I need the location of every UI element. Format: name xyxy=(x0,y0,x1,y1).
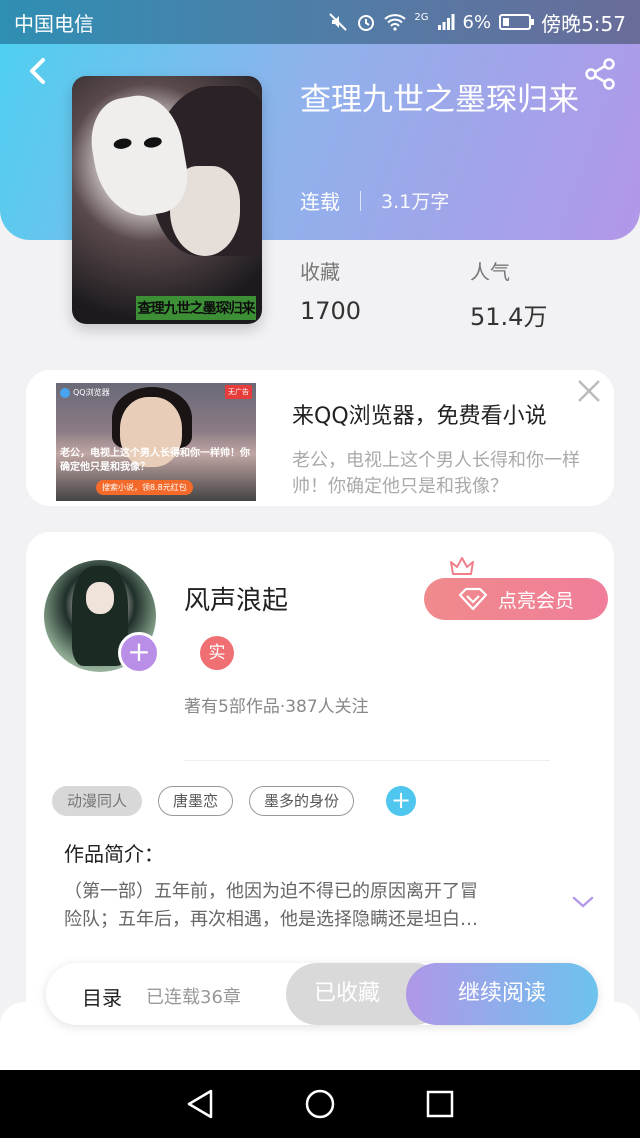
ad-image-caption: 老公，电视上这个男人长得和你一样帅！你确定他只是和我像？ xyxy=(60,448,250,473)
browser-logo-icon xyxy=(60,387,70,398)
popularity-label: 人气 xyxy=(470,260,510,284)
book-cover[interactable]: 查理九世之墨琛归来 xyxy=(72,76,262,324)
mute-icon xyxy=(329,13,348,31)
back-button[interactable] xyxy=(22,56,52,86)
ad-image-badge: 无广告 xyxy=(225,385,252,399)
nav-home-button[interactable] xyxy=(303,1087,337,1121)
alarm-icon xyxy=(358,15,375,31)
continue-reading-button[interactable]: 继续阅读 xyxy=(406,963,598,1025)
intro-label: 作品简介： xyxy=(64,842,164,866)
stat-popularity: 人气 51.4万 xyxy=(470,256,640,332)
favorites-label: 收藏 xyxy=(300,260,340,284)
tag-list: 动漫同人 唐墨恋 墨多的身份 + xyxy=(52,786,417,816)
vip-button[interactable]: 点亮会员 xyxy=(424,578,608,620)
ad-image[interactable]: QQ浏览器 无广告 老公，电视上这个男人长得和你一样帅！你确定他只是和我像？ 搜… xyxy=(56,383,256,501)
nav-recents-button[interactable] xyxy=(423,1087,457,1121)
status-bar: 中国电信 2G 6% 傍晚5:57 xyxy=(0,0,640,44)
verified-badge: 实 xyxy=(200,636,234,670)
triangle-back-icon xyxy=(187,1089,213,1119)
carrier-label: 中国电信 xyxy=(14,11,94,36)
stat-favorites: 收藏 1700 xyxy=(300,256,470,332)
book-title: 查理九世之墨琛归来 xyxy=(300,82,579,118)
clock: 傍晚5:57 xyxy=(541,11,626,36)
author-name[interactable]: 风声浪起 xyxy=(184,580,288,617)
network-label: 2G xyxy=(414,11,429,23)
word-count: 3.1万字 xyxy=(381,191,450,213)
chevron-left-icon xyxy=(30,58,45,84)
chapter-count: 已连载36章 xyxy=(146,987,241,1008)
status-right: 2G 6% 傍晚5:57 xyxy=(328,8,626,37)
ad-card[interactable]: QQ浏览器 无广告 老公，电视上这个男人长得和你一样帅！你确定他只是和我像？ 搜… xyxy=(26,370,614,506)
ad-title[interactable]: 来QQ浏览器，免费看小说 xyxy=(292,398,547,430)
popularity-value: 51.4万 xyxy=(470,303,548,331)
ad-image-brand: QQ浏览器 xyxy=(60,387,110,398)
author-divider xyxy=(184,760,550,761)
status-icons: 2G 6% xyxy=(328,11,535,33)
nav-back-button[interactable] xyxy=(183,1087,217,1121)
crown-icon xyxy=(450,557,474,575)
ad-description: 老公，电视上这个男人长得和你一样 帅！你确定他只是和我像？ xyxy=(292,450,580,497)
wifi-icon xyxy=(384,14,407,31)
follow-author-button[interactable]: + xyxy=(118,632,160,674)
ad-image-cta: 搜索小说，领8.8元红包 xyxy=(96,480,193,495)
circle-home-icon xyxy=(305,1089,335,1119)
toc-button[interactable]: 目录 xyxy=(82,982,122,1011)
chevron-down-icon xyxy=(572,896,594,908)
intro-text[interactable]: （第一部）五年前，他因为迫不得已的原因离开了冒 险队；五年后，再次相遇，他是选择… xyxy=(64,878,564,934)
battery-icon xyxy=(499,14,535,30)
system-nav-bar xyxy=(0,1070,640,1138)
book-stats: 收藏 1700 人气 51.4万 xyxy=(300,256,640,332)
cover-title: 查理九世之墨琛归来 xyxy=(136,296,256,320)
close-icon xyxy=(578,380,600,402)
book-meta: 连载 3.1万字 xyxy=(300,186,449,215)
diamond-icon xyxy=(458,587,488,611)
tag-item[interactable]: 唐墨恋 xyxy=(158,786,234,816)
signal-icon xyxy=(437,14,455,30)
battery-percent: 6% xyxy=(462,11,492,33)
square-recents-icon xyxy=(426,1090,454,1118)
bottom-action-bar: 目录 已连载36章 已收藏 继续阅读 xyxy=(46,963,598,1025)
serial-status: 连载 xyxy=(300,190,340,214)
tag-item[interactable]: 动漫同人 xyxy=(52,786,143,816)
add-tag-button[interactable]: + xyxy=(386,786,417,816)
vip-button-label: 点亮会员 xyxy=(497,589,574,612)
favorites-value: 1700 xyxy=(300,297,362,325)
author-stats: 著有5部作品·387人关注 xyxy=(184,697,369,717)
expand-intro-button[interactable] xyxy=(571,892,595,912)
meta-divider xyxy=(360,190,361,211)
ad-close-button[interactable] xyxy=(574,376,604,406)
tag-item[interactable]: 墨多的身份 xyxy=(249,786,355,816)
